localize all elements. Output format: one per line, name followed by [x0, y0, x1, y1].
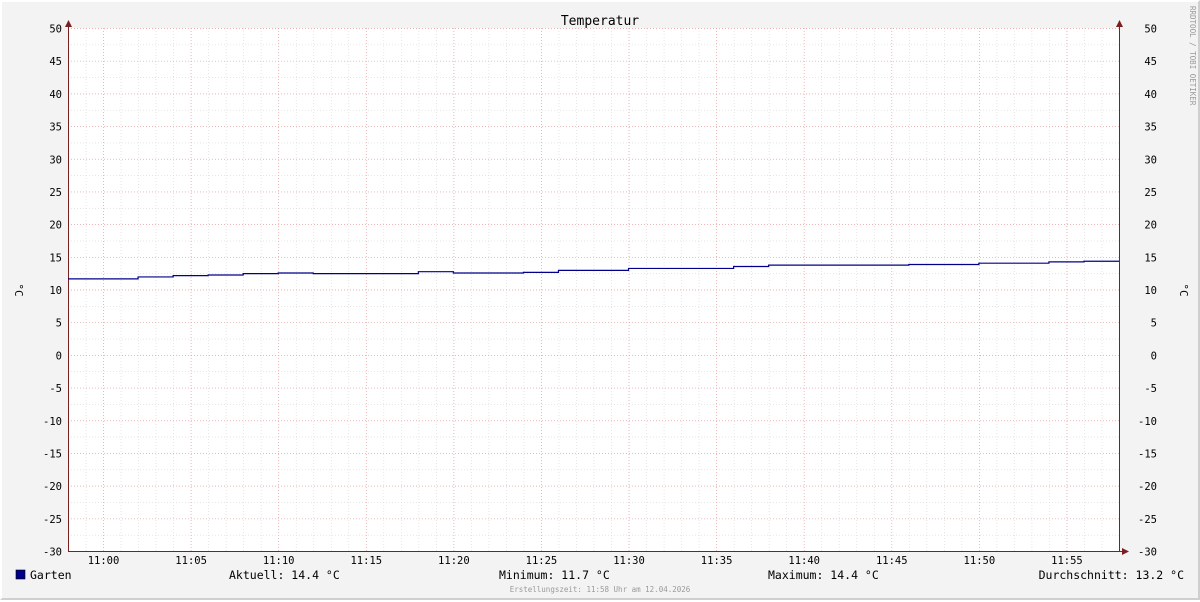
y-tick-label-right: 30: [1144, 154, 1157, 166]
x-tick-label: 11:10: [263, 555, 295, 567]
y-tick-label: 5: [56, 318, 62, 330]
y-tick-label-right: 0: [1151, 350, 1157, 362]
y-axis-label-left: °C: [12, 283, 25, 296]
y-tick-label-right: 25: [1144, 187, 1157, 199]
x-tick-label: 11:05: [175, 555, 207, 567]
y-tick-label: 30: [49, 154, 62, 166]
y-ticks-right: 50454035302520151050-5-10-15-20-25-30: [1138, 24, 1157, 559]
temperature-chart: 50454035302520151050-5-10-15-20-25-30 50…: [12, 6, 1197, 594]
legend-swatch: [15, 569, 26, 580]
y-tick-label-right: -20: [1138, 481, 1157, 493]
y-tick-label-right: 15: [1144, 252, 1157, 264]
y-tick-label: 0: [56, 350, 62, 362]
x-tick-label: 11:00: [88, 555, 120, 567]
y-tick-label-right: 45: [1144, 56, 1157, 68]
chart-frame: 50 45 40 35 30 25 20 15 10 5 0 -5 -10 -15 -20 -25 -30 50…: [0, 0, 1200, 600]
x-tick-label: 11:15: [350, 555, 382, 567]
y-axis-arrow-right: [1116, 20, 1123, 27]
y-tick-label-right: 5: [1151, 318, 1157, 330]
legend-series-label: Garten: [30, 568, 72, 582]
footer-timestamp: Erstellungszeit: 11:58 Uhr am 12.04.2026: [510, 585, 691, 594]
x-tick-label: 11:45: [876, 555, 908, 567]
x-tick-label: 11:20: [438, 555, 470, 567]
x-axis-arrow: [1122, 548, 1129, 555]
y-ticks-left: 50454035302520151050-5-10-15-20-25-30: [43, 24, 62, 559]
x-tick-label: 11:50: [964, 555, 996, 567]
y-tick-label: 50: [49, 24, 62, 36]
chart-title: Temperatur: [561, 14, 639, 29]
x-tick-label: 11:35: [701, 555, 733, 567]
y-tick-label-right: 35: [1144, 122, 1157, 134]
x-tick-label: 11:55: [1051, 555, 1083, 567]
y-tick-label: -5: [49, 383, 62, 395]
y-tick-label: 40: [49, 89, 62, 101]
y-tick-label: 20: [49, 220, 62, 232]
legend-maximum: Maximum: 14.4 °C: [768, 568, 879, 582]
y-tick-label-right: 20: [1144, 220, 1157, 232]
y-tick-label-right: -15: [1138, 448, 1157, 460]
y-tick-label-right: 40: [1144, 89, 1157, 101]
y-tick-label-right: -30: [1138, 547, 1157, 559]
y-tick-label: 45: [49, 56, 62, 68]
y-axis-label-right: °C: [1177, 283, 1190, 296]
x-tick-label: 11:25: [526, 555, 558, 567]
y-tick-label-right: 10: [1144, 285, 1157, 297]
y-tick-label: -15: [43, 448, 62, 460]
y-tick-label-right: -25: [1138, 514, 1157, 526]
y-tick-label: -10: [43, 416, 62, 428]
x-ticks: 11:00 11:05 11:10 11:15 11:20 11:25 11:30 11:35…: [88, 555, 1083, 567]
legend-average: Durchschnitt: 13.2 °C: [1039, 568, 1184, 582]
x-tick-label: 11:40: [788, 555, 820, 567]
y-tick-label: -20: [43, 481, 62, 493]
y-tick-label-right: 50: [1144, 24, 1157, 36]
y-tick-label-right: -5: [1144, 383, 1157, 395]
x-tick-label: 11:30: [613, 555, 645, 567]
y-tick-label-right: -10: [1138, 416, 1157, 428]
y-tick-label: 35: [49, 122, 62, 134]
watermark: RRDTOOL / TOBI OETIKER: [1188, 6, 1197, 106]
y-tick-label: -25: [43, 514, 62, 526]
y-tick-label: 25: [49, 187, 62, 199]
plot-area: [68, 28, 1119, 551]
y-axis-arrow-left: [65, 20, 72, 27]
y-tick-label: 10: [49, 285, 62, 297]
y-tick-label: -30: [43, 547, 62, 559]
legend-current: Aktuell: 14.4 °C: [229, 568, 340, 582]
legend-minimum: Minimum: 11.7 °C: [499, 568, 610, 582]
y-tick-label: 15: [49, 252, 62, 264]
